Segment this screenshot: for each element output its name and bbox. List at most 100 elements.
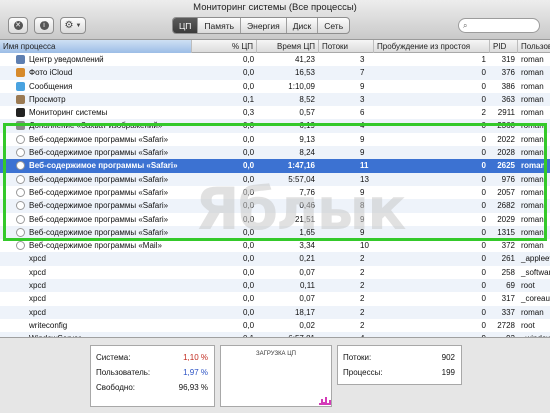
window-title: Мониторинг системы (Все процессы): [193, 2, 357, 13]
process-idle-wake: 0: [481, 267, 486, 277]
process-pid: 261: [501, 254, 515, 264]
tab-cpu[interactable]: ЦП: [173, 18, 199, 33]
process-pid: 1315: [497, 227, 515, 237]
table-row[interactable]: xpcd0,00,0720317_coreaud: [0, 292, 550, 305]
process-name: Центр уведомлений: [29, 55, 104, 64]
bell-icon: [16, 55, 25, 64]
column-header-cpu-time[interactable]: Время ЦП: [257, 40, 319, 53]
process-user: roman: [521, 148, 544, 158]
process-threads: 9: [360, 81, 365, 91]
process-threads: 2: [360, 267, 365, 277]
column-header-threads[interactable]: Потоки: [319, 40, 374, 53]
shield-icon: [16, 201, 25, 211]
preview-icon: [16, 94, 25, 104]
gear-icon: ⚙: [64, 20, 74, 31]
close-process-button[interactable]: ✕: [8, 17, 28, 34]
process-idle-wake: 0: [481, 148, 486, 158]
table-row[interactable]: xpcd 0,0 0,11 2 0 69 root: [0, 279, 550, 293]
shield-icon: [16, 214, 25, 224]
table-row[interactable]: Веб-содержимое программы «Safari» 0,0 8,24…: [0, 146, 550, 160]
process-user: roman: [521, 68, 544, 78]
column-header-pid[interactable]: PID: [490, 40, 518, 53]
process-cpu-time: 0,11: [300, 281, 315, 291]
process-user: roman: [521, 214, 544, 224]
stat-system-label: Система:: [96, 353, 131, 362]
table-row[interactable]: Веб-содержимое программы «Safari» 0,0 1:47…: [0, 159, 550, 173]
table-row[interactable]: Дополнение «Захват изображений» 0,0 6,19 4 0…: [0, 119, 550, 133]
process-cpu-time: 0,07: [299, 267, 315, 277]
table-row[interactable]: writeconfig 0,0 0,02 2 0 2728 root: [0, 319, 550, 332]
process-threads: 2: [360, 254, 365, 264]
process-name: xpcd: [29, 281, 46, 291]
process-pid: 386: [501, 81, 515, 91]
shield-icon: [16, 148, 25, 158]
process-pid: 2360: [497, 121, 515, 131]
process-user: roman: [521, 161, 546, 171]
tab-energy[interactable]: Энергия: [241, 18, 287, 33]
title-bar: Мониторинг системы (Все процессы) ✕ i ⚙ …: [0, 0, 550, 40]
process-cpu-time: 8,24: [299, 148, 315, 158]
process-user: roman: [521, 55, 544, 64]
table-row[interactable]: Сообщения 0,0 1:10,09 9 0 386 roman: [0, 80, 550, 93]
process-cpu-time: 6,19: [299, 121, 315, 131]
action-menu-button[interactable]: ⚙ ▼: [60, 17, 86, 34]
column-header-cpu[interactable]: % ЦП: [192, 40, 257, 53]
tab-disk[interactable]: Диск: [287, 18, 319, 33]
process-user: roman: [521, 121, 544, 131]
process-pid: 2022: [497, 134, 515, 144]
process-name: writeconfig: [29, 320, 68, 330]
table-row[interactable]: xpcd 0,0 0,07 2 0 258 _softwar: [0, 266, 550, 279]
process-cpu-time: 0,57: [299, 108, 315, 118]
cpu-load-bar: [329, 400, 331, 405]
column-header-user[interactable]: Пользователь: [518, 40, 550, 53]
summary-panel: Система: 1,10 % Пользователь: 1,97 % Сво…: [0, 337, 550, 413]
process-idle-wake: 0: [481, 254, 486, 264]
view-tabs: ЦП Память Энергия Диск Сеть: [172, 17, 351, 34]
column-header-idle-wake[interactable]: Пробуждение из простоя: [374, 40, 490, 53]
process-pid: 2029: [497, 214, 515, 224]
process-threads: 9: [360, 134, 365, 144]
process-user: roman: [521, 307, 544, 317]
shield-icon: [16, 241, 25, 251]
process-threads: 9: [360, 148, 365, 158]
photo-icon: [16, 68, 25, 78]
inspect-button[interactable]: i: [34, 17, 54, 34]
count-processes-value: 199: [441, 368, 455, 377]
process-user: roman: [521, 134, 544, 144]
process-name: xpcd: [29, 254, 46, 264]
shield-icon: [16, 161, 25, 171]
column-header-name[interactable]: Имя процесса: [0, 40, 192, 53]
count-threads-value: 902: [441, 353, 455, 362]
process-pid: 2911: [497, 108, 515, 118]
process-user: _coreaud: [521, 294, 550, 304]
shield-icon: [16, 134, 25, 144]
process-cpu-time: 1:47,16: [287, 161, 315, 171]
shield-icon: [16, 227, 25, 237]
counts-box: Потоки: 902 Процессы: 199: [337, 345, 462, 385]
process-user: roman: [521, 187, 544, 197]
process-idle-wake: 0: [481, 121, 486, 131]
table-row[interactable]: Фото iCloud 0,0 16,53 7 0 376 roman: [0, 66, 550, 80]
table-row[interactable]: Мониторинг системы 0,3 0,57 6 2 2911 roman: [0, 106, 550, 119]
process-cpu-time: 0,07: [299, 294, 315, 304]
tab-memory[interactable]: Память: [198, 18, 242, 33]
table-row[interactable]: Центр уведомлений 0,0 41,23 3 1 319 roman: [0, 53, 550, 66]
stat-idle-value: 96,93 %: [178, 383, 208, 392]
search-input[interactable]: [470, 21, 531, 30]
table-row[interactable]: Просмотр 0,1 8,52 3 0 363 roman: [0, 92, 550, 107]
tab-network[interactable]: Сеть: [318, 18, 349, 33]
stat-idle: Свободно: 96,93 %: [91, 380, 214, 395]
process-threads: 2: [360, 294, 365, 304]
stat-system: Система: 1,10 %: [91, 350, 214, 365]
process-name: Веб-содержимое программы «Safari»: [29, 148, 169, 158]
table-row[interactable]: xpcd0,00,2120261_appleev: [0, 252, 550, 266]
grab-icon: [16, 121, 25, 131]
process-name: Мониторинг системы: [29, 108, 108, 118]
process-threads: 2: [360, 320, 365, 330]
process-cpu-time: 8,52: [299, 94, 315, 104]
table-row[interactable]: xpcd 0,0 18,17 2 0 337 roman: [0, 305, 550, 319]
count-threads-label: Потоки:: [343, 353, 372, 362]
chevron-down-icon: ▼: [75, 22, 82, 29]
table-row[interactable]: Веб-содержимое программы «Safari» 0,0 9,13…: [0, 133, 550, 146]
process-name: Сообщения: [29, 81, 73, 91]
